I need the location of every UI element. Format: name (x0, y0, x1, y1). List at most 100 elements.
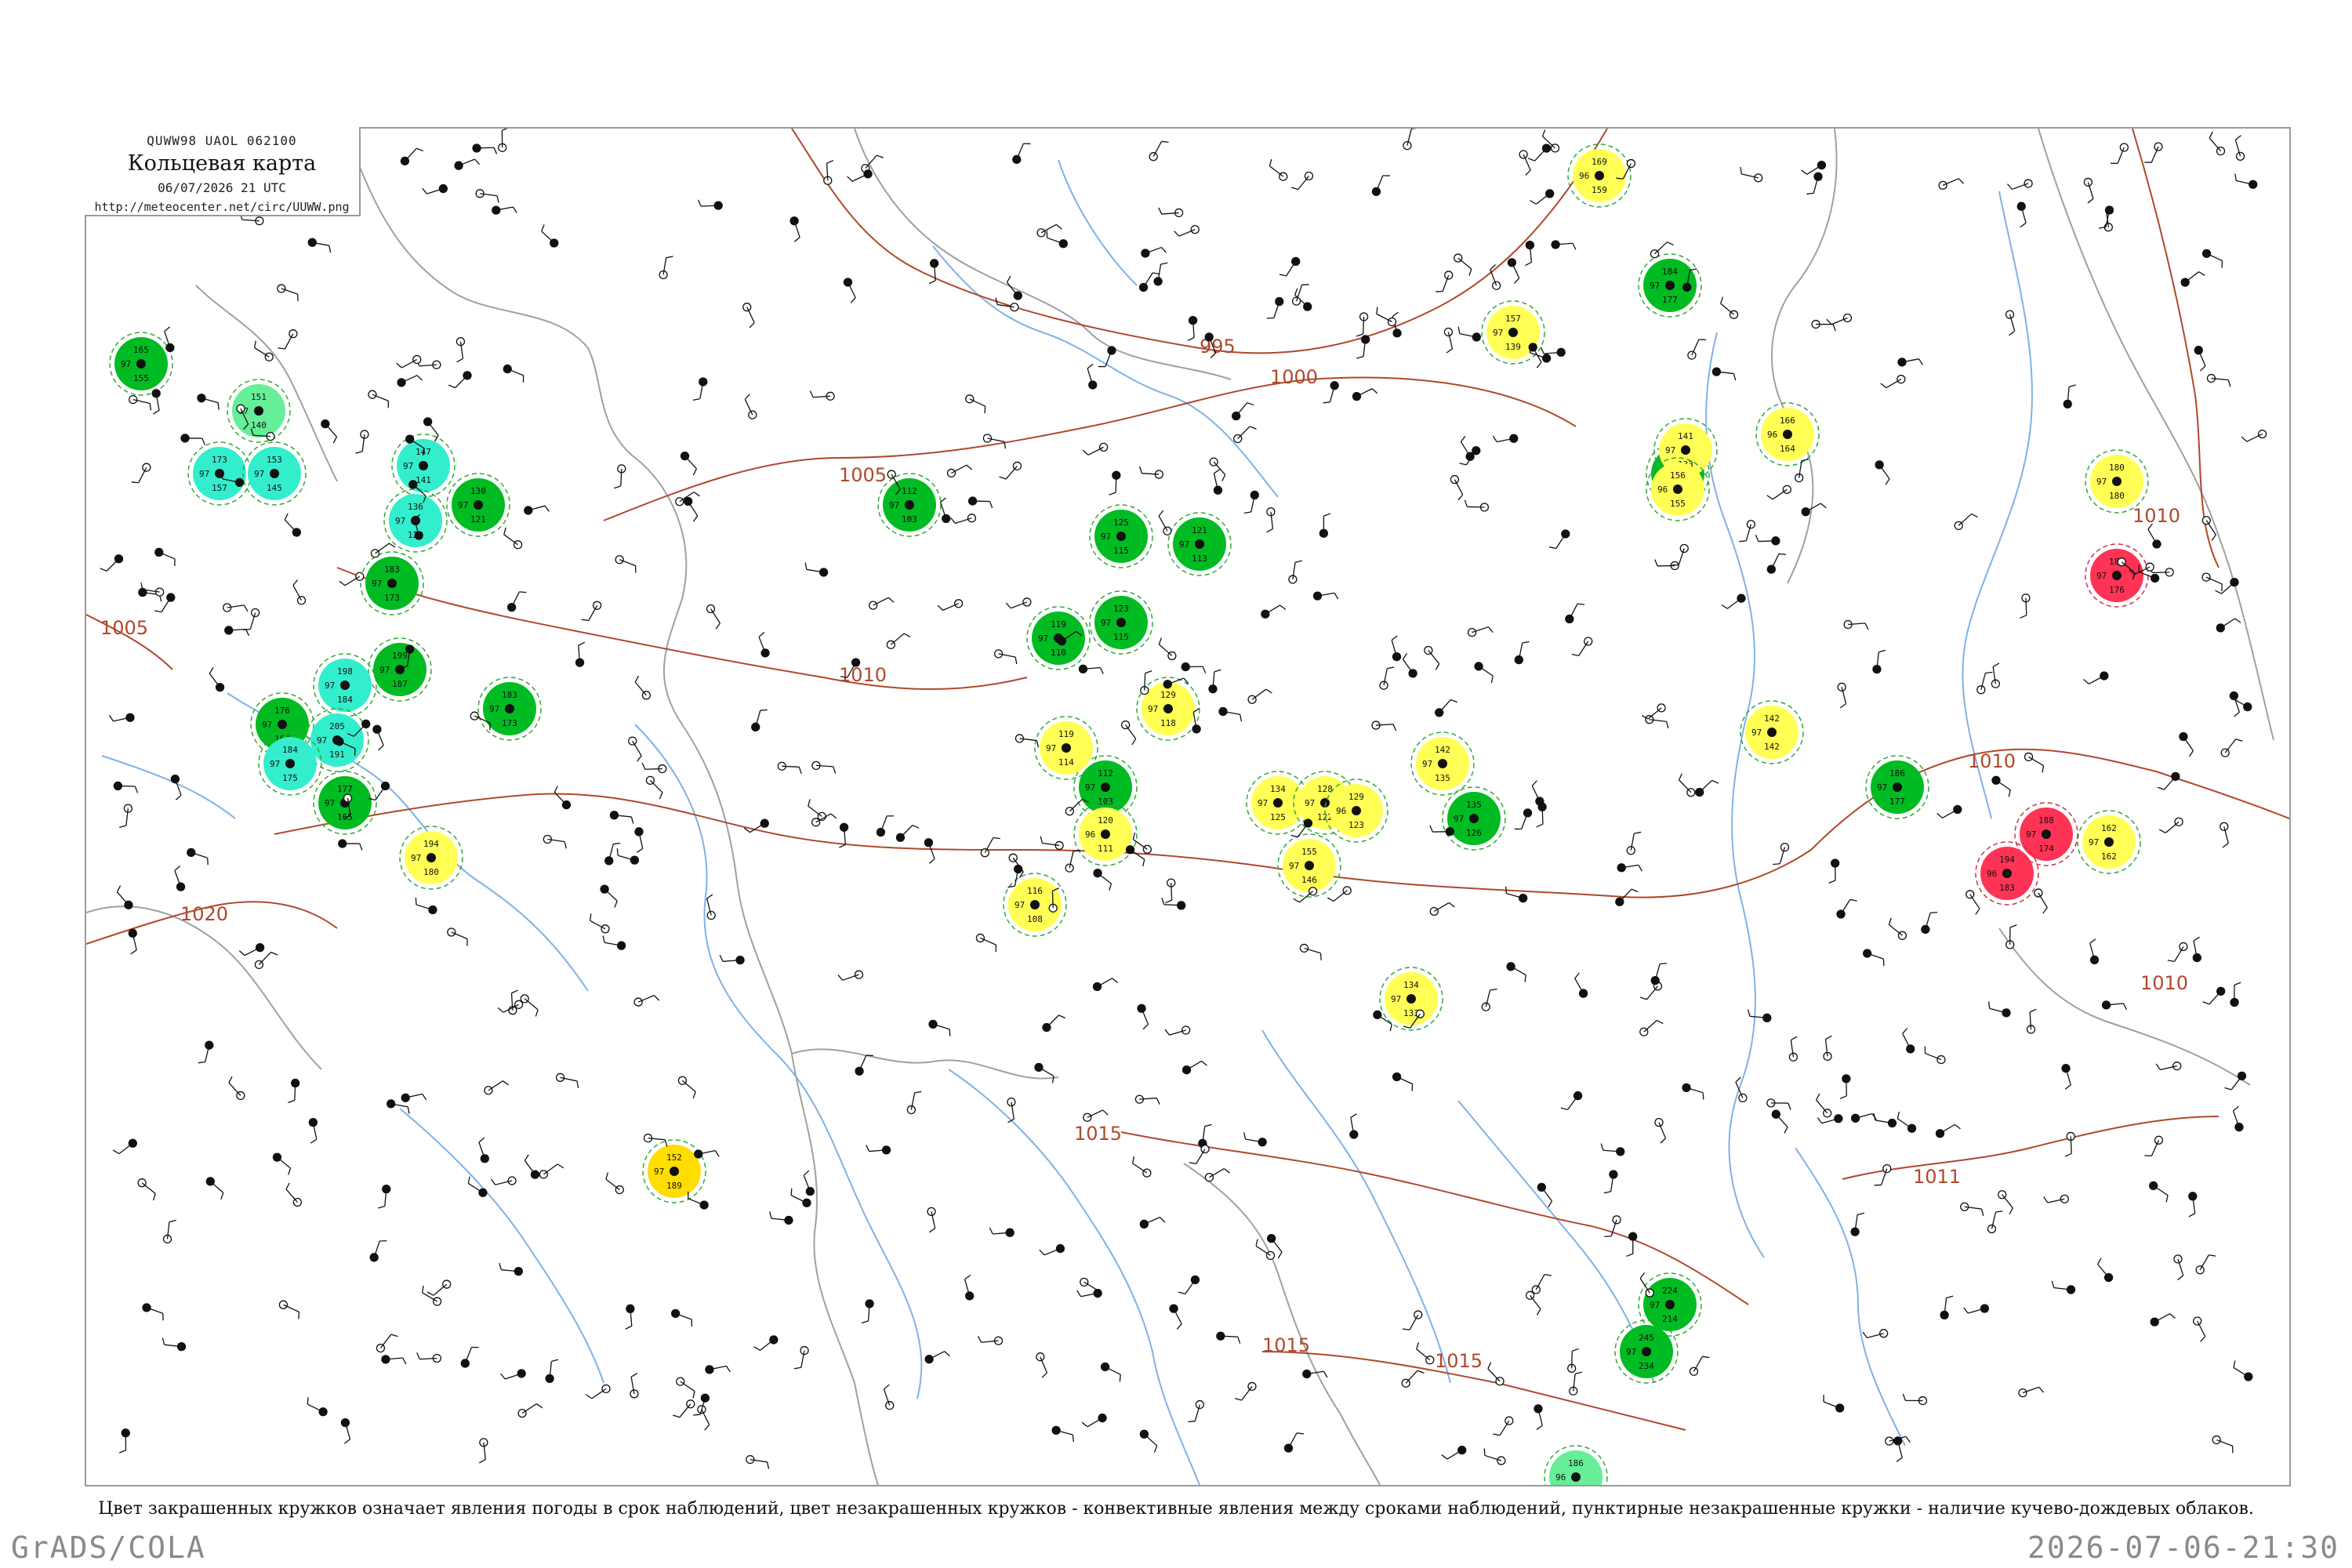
river (1705, 332, 1765, 1258)
station-pressure: 153 (267, 455, 282, 465)
station-plot (2233, 1360, 2253, 1381)
station-marker[interactable]: 12597115 (1089, 504, 1153, 568)
station-marker[interactable]: 16696164 (1755, 402, 1820, 466)
station-marker[interactable]: 16996159 (1567, 143, 1632, 208)
station-marker[interactable]: 13697128 (383, 488, 448, 553)
wind-barb (1265, 604, 1281, 615)
wind-barb-feather (217, 402, 220, 410)
station-marker[interactable]: 15597146 (1277, 833, 1341, 898)
station-plot (688, 1191, 709, 1210)
wind-barb-feather (310, 1138, 318, 1144)
wind-barb (285, 1189, 298, 1203)
wind-barb-feather (2234, 173, 2237, 181)
station-plot (1164, 1025, 1191, 1036)
wind-barb-feather (422, 1094, 427, 1101)
wind-barb-feather (1825, 1035, 1832, 1040)
station-plot (693, 1393, 710, 1416)
station-dot (1665, 281, 1675, 290)
station-marker[interactable]: 19997187 (368, 637, 432, 702)
station-marker[interactable]: 12397115 (1089, 590, 1153, 655)
wind-barb (2002, 1194, 2013, 1209)
map-frame[interactable]: 995 1000 1005 1010 1010 1010 1010 1015 1015 1020 1… (85, 127, 2291, 1486)
station-plot (1689, 1356, 1710, 1376)
station-pressure: 194 (423, 839, 439, 849)
wind-barb-feather (1862, 1331, 1867, 1338)
station-plot (1678, 773, 1696, 797)
wind-barb-feather (497, 1007, 504, 1013)
station-marker[interactable]: 19897184 (313, 653, 377, 717)
wind-barb-feather (1459, 463, 1467, 466)
wind-barb-feather (1525, 261, 1532, 267)
wind-barb (2184, 271, 2199, 283)
wind-barb-feather (1896, 1457, 1903, 1463)
wind-barb-feather (1102, 1109, 1109, 1116)
wind-barb-feather (422, 187, 427, 194)
wind-barb (1087, 1417, 1103, 1428)
station-marker[interactable]: 14797141 (391, 434, 456, 498)
station-pressure: 136 (408, 502, 423, 512)
wind-barb-feather (1896, 1111, 1900, 1120)
station-marker[interactable]: 18397173 (360, 551, 424, 615)
station-plot (1436, 270, 1454, 292)
station-pressure: 142 (1435, 745, 1450, 755)
wind-barb-feather (1634, 831, 1642, 834)
wind-barb (1158, 515, 1168, 532)
wind-barb-feather (1639, 996, 1647, 1000)
station-dewpoint: 115 (1113, 546, 1129, 556)
wind-barb (1693, 1356, 1704, 1372)
wind-barb (1454, 479, 1464, 495)
station-plot (977, 1335, 1004, 1345)
river (1261, 1029, 1451, 1384)
station-plot (1429, 902, 1455, 916)
station-marker[interactable]: 11697108 (1003, 873, 1067, 937)
station-dewpoint: 180 (2109, 491, 2125, 501)
station-marker[interactable]: 12197113 (1167, 512, 1232, 576)
wind-barb-feather (2221, 260, 2223, 268)
station-plot (278, 1300, 300, 1319)
station-marker[interactable]: 15297189 (642, 1139, 706, 1203)
river (1058, 159, 1138, 286)
station-marker[interactable]: 13597126 (1442, 786, 1506, 851)
station-marker[interactable]: 15197140 (227, 379, 291, 443)
wind-barb-feather (1720, 296, 1724, 304)
station-marker[interactable]: 18097180 (2085, 449, 2149, 514)
station-pressure: 116 (1027, 886, 1043, 896)
station-plot (1514, 641, 1530, 665)
station-marker[interactable]: 18497177 (1638, 253, 1702, 318)
station-marker[interactable]: 18397173 (477, 677, 542, 741)
station-pressure: 176 (274, 706, 290, 716)
station-marker[interactable]: 19497180 (399, 826, 463, 890)
station-plot (1435, 699, 1458, 717)
station-marker[interactable]: 18696183 (1544, 1445, 1608, 1485)
station-marker[interactable]: 18797176 (2085, 543, 2149, 608)
cloud-cover-symbol (1780, 842, 1790, 852)
station-marker[interactable]: 17797165 (313, 771, 377, 835)
wind-barb (1940, 1123, 1955, 1134)
map-url[interactable]: http://meteocenter.net/circ/UUWW.png (85, 200, 359, 214)
station-marker[interactable]: 14297142 (1740, 700, 1804, 764)
wind-barb (2164, 775, 2176, 790)
station-marker[interactable]: 12096111 (1073, 802, 1138, 866)
station-plot (586, 1384, 611, 1399)
station-plot (1131, 1156, 1152, 1178)
wind-barb (1530, 1294, 1541, 1310)
station-plot (2193, 1316, 2206, 1342)
station-marker[interactable]: 16597155 (109, 332, 173, 396)
station-dewpoint: 155 (133, 373, 149, 383)
wind-barb (477, 147, 495, 149)
station-marker[interactable]: 11997110 (1026, 606, 1091, 670)
wind-barb (1571, 1351, 1573, 1369)
station-marker[interactable]: 13097121 (446, 473, 510, 537)
station-marker[interactable]: 18697177 (1865, 755, 1929, 819)
station-marker[interactable]: 15397145 (242, 441, 307, 506)
station-marker[interactable]: 16297162 (2077, 810, 2141, 874)
station-marker[interactable]: 17397157 (187, 441, 252, 506)
map-canvas[interactable]: 995 1000 1005 1010 1010 1010 1010 1015 1015 1020 1… (86, 129, 2289, 1485)
station-marker[interactable]: 11297103 (877, 473, 942, 537)
wind-barb-feather (766, 1461, 770, 1469)
station-marker[interactable]: 11997114 (1034, 716, 1098, 780)
station-temp: 97 (1751, 728, 1762, 738)
station-marker[interactable]: 14297135 (1410, 731, 1475, 796)
station-temp: 97 (1626, 1347, 1636, 1357)
station-marker[interactable]: 13497133 (1379, 967, 1443, 1031)
